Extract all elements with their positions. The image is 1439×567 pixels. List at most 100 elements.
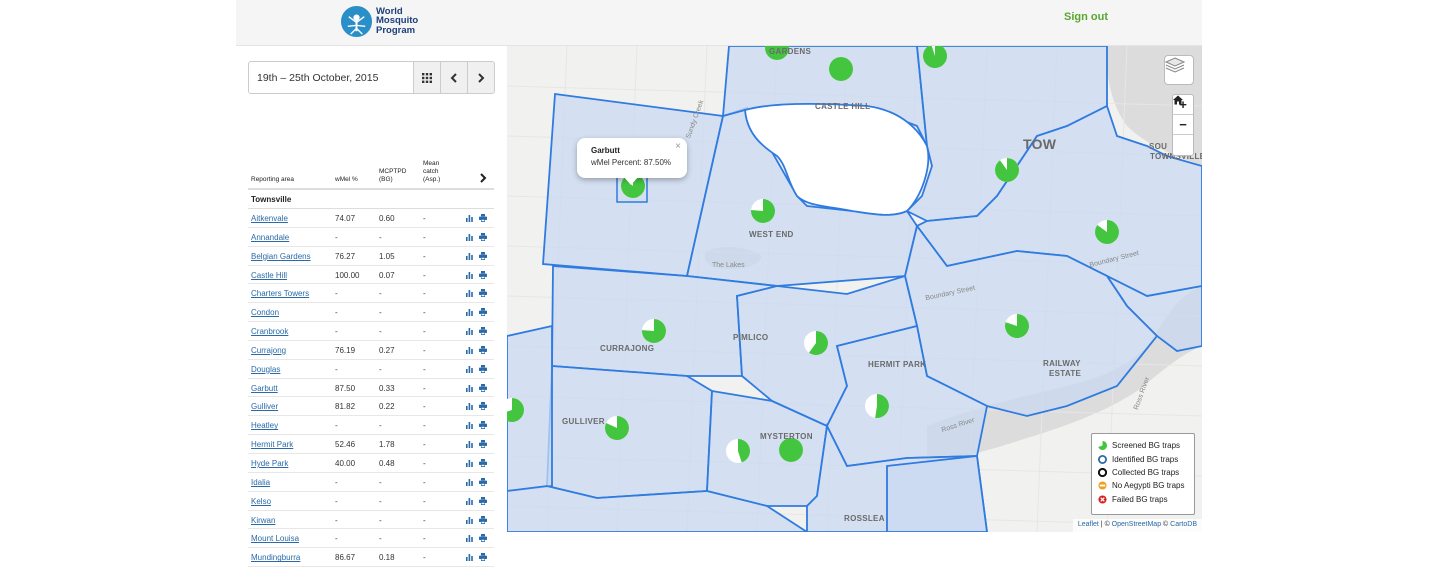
reporting-area-link[interactable]: Kelso: [251, 497, 271, 506]
reporting-area-link[interactable]: Condon: [251, 308, 279, 317]
reporting-area-link[interactable]: Currajong: [251, 346, 286, 355]
reporting-area-link[interactable]: Douglas: [251, 365, 280, 374]
bar-chart-icon[interactable]: [466, 534, 474, 543]
print-icon[interactable]: [479, 308, 487, 317]
col-header-mcptpd[interactable]: MCPTPD (BG): [379, 168, 407, 184]
next-week-button[interactable]: [468, 61, 495, 94]
reporting-area-link[interactable]: Charters Towers: [251, 289, 309, 298]
label-railway-estate-2: ESTATE: [1049, 369, 1082, 378]
calendar-button[interactable]: [414, 61, 441, 94]
zone-gulliver[interactable]: [546, 365, 713, 499]
print-icon[interactable]: [479, 553, 487, 562]
sign-out-link[interactable]: Sign out: [1064, 11, 1108, 23]
label-the-lakes: The Lakes: [712, 262, 745, 269]
col-header-mean-catch[interactable]: Mean catch (Asp.): [423, 160, 451, 184]
trap-pie-hermit-park[interactable]: [865, 394, 889, 418]
reporting-area-link[interactable]: Kirwan: [251, 516, 275, 525]
bar-chart-icon[interactable]: [466, 516, 474, 524]
print-icon[interactable]: [479, 440, 487, 449]
mcptpd-value: 1.05: [379, 251, 395, 261]
reporting-area-link[interactable]: Hermit Park: [251, 440, 293, 449]
trap-pie-pimlico[interactable]: [804, 331, 829, 355]
print-icon[interactable]: [479, 345, 487, 354]
bar-chart-icon[interactable]: [466, 365, 474, 373]
bar-chart-icon[interactable]: [466, 271, 474, 279]
mean-catch-value: -: [423, 534, 426, 544]
table-row: Aitkenvale 74.07 0.60 -: [248, 209, 494, 228]
print-icon[interactable]: [479, 421, 487, 430]
reporting-area-link[interactable]: Garbutt: [251, 384, 278, 393]
reporting-area-link[interactable]: Gulliver: [251, 402, 278, 411]
previous-week-button[interactable]: [441, 61, 468, 94]
print-icon[interactable]: [479, 515, 487, 524]
print-icon[interactable]: [479, 289, 487, 298]
print-icon[interactable]: [479, 232, 487, 241]
col-header-reporting-area[interactable]: Reporting area: [251, 176, 294, 184]
bar-chart-icon[interactable]: [466, 289, 474, 298]
bar-chart-icon[interactable]: [466, 384, 474, 392]
mean-catch-value: -: [423, 345, 426, 355]
trap-pie-railway-estate[interactable]: [1005, 314, 1030, 338]
zone-aitkenvale[interactable]: [886, 455, 988, 532]
reporting-area-link[interactable]: Cranbrook: [251, 327, 288, 336]
reporting-area-link[interactable]: Aitkenvale: [251, 214, 288, 223]
reporting-area-link[interactable]: Castle Hill: [251, 271, 287, 280]
home-extent-button[interactable]: [1173, 95, 1193, 155]
home-icon: [1173, 95, 1183, 105]
print-icon[interactable]: [479, 364, 487, 373]
bar-chart-icon[interactable]: [466, 252, 474, 260]
world-mosquito-program-logo[interactable]: World Mosquito Program: [340, 2, 418, 40]
bar-chart-icon[interactable]: [466, 214, 474, 222]
bar-chart-icon[interactable]: [466, 421, 474, 430]
layers-control-button[interactable]: [1164, 55, 1194, 85]
bar-chart-icon[interactable]: [466, 497, 474, 505]
trap-pie-mysterton-2[interactable]: [779, 438, 803, 462]
print-icon[interactable]: [479, 477, 487, 486]
bar-chart-icon[interactable]: [466, 478, 474, 486]
wmel-value: -: [335, 534, 338, 544]
cartodb-link[interactable]: CartoDB: [1170, 521, 1197, 528]
bar-chart-icon[interactable]: [466, 233, 474, 241]
trap-pie-gulliver[interactable]: [604, 416, 629, 440]
trap-pie-south-town[interactable]: [1095, 219, 1120, 244]
trap-pie-castle-hill-1[interactable]: [829, 57, 853, 81]
date-range-input[interactable]: [248, 61, 414, 94]
reporting-area-link[interactable]: Belgian Gardens: [251, 252, 311, 261]
print-icon[interactable]: [479, 327, 487, 336]
print-icon[interactable]: [479, 214, 487, 222]
bar-chart-icon[interactable]: [466, 308, 474, 317]
col-header-wmel[interactable]: wMel %: [335, 176, 358, 184]
legend-item-identified: Identified BG traps: [1098, 452, 1188, 465]
reporting-area-link[interactable]: Annandale: [251, 233, 289, 242]
bar-chart-icon[interactable]: [466, 553, 474, 562]
print-icon[interactable]: [479, 402, 487, 411]
mcptpd-value: -: [379, 515, 382, 525]
trap-pie-west-end[interactable]: [751, 199, 776, 223]
reporting-area-link[interactable]: Hyde Park: [251, 459, 288, 468]
print-icon[interactable]: [479, 251, 487, 260]
print-icon[interactable]: [479, 534, 487, 543]
bar-chart-icon[interactable]: [466, 346, 474, 354]
reporting-area-link[interactable]: Mundingburra: [251, 553, 300, 562]
trap-pie-mysterton-1[interactable]: [726, 439, 750, 463]
print-icon[interactable]: [479, 496, 487, 505]
reporting-area-link[interactable]: Mount Louisa: [251, 534, 299, 543]
reporting-area-link[interactable]: Idalia: [251, 478, 270, 487]
bar-chart-icon[interactable]: [466, 402, 474, 411]
close-icon[interactable]: ×: [675, 141, 681, 152]
bar-chart-icon[interactable]: [466, 440, 474, 449]
zoom-out-button[interactable]: −: [1173, 115, 1193, 135]
bar-chart-icon[interactable]: [466, 327, 474, 336]
reporting-area-link[interactable]: Heatley: [251, 421, 278, 430]
bar-chart-icon[interactable]: [466, 459, 474, 467]
next-columns-button[interactable]: [479, 172, 487, 186]
row-actions: [466, 496, 487, 505]
leaflet-link[interactable]: Leaflet: [1078, 521, 1099, 528]
map-view[interactable]: GARDENS CASTLE HILL WEST END CURRAJONG P…: [507, 46, 1202, 532]
print-icon[interactable]: [479, 270, 487, 279]
openstreetmap-link[interactable]: OpenStreetMap: [1112, 521, 1161, 528]
print-icon[interactable]: [479, 383, 487, 392]
trap-pie-town[interactable]: [995, 158, 1020, 183]
trap-pie-currajong[interactable]: [641, 319, 666, 343]
print-icon[interactable]: [479, 458, 487, 467]
